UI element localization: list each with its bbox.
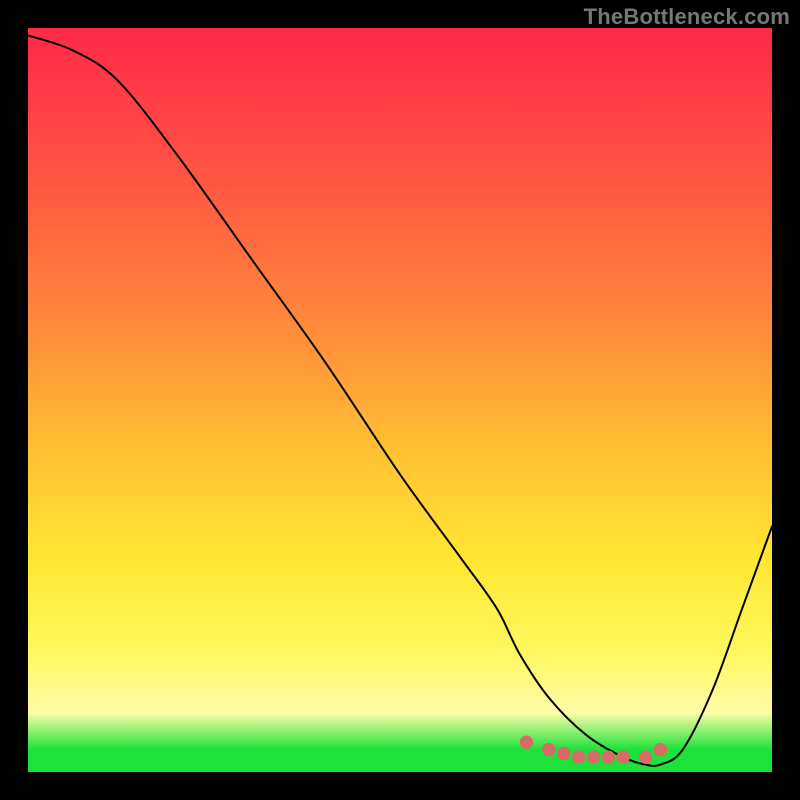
marker-dot <box>617 750 630 763</box>
watermark-label: TheBottleneck.com <box>584 4 790 30</box>
marker-dot <box>557 747 570 760</box>
marker-dot <box>639 750 652 763</box>
plot-area <box>28 28 772 772</box>
bottleneck-curve <box>28 35 772 766</box>
marker-dot <box>520 736 533 749</box>
chart-frame: TheBottleneck.com <box>0 0 800 800</box>
curve-layer <box>28 28 772 772</box>
marker-dot <box>602 750 615 763</box>
marker-dot <box>572 750 585 763</box>
marker-dot <box>587 750 600 763</box>
marker-dot <box>542 743 555 756</box>
marker-dot <box>654 743 667 756</box>
